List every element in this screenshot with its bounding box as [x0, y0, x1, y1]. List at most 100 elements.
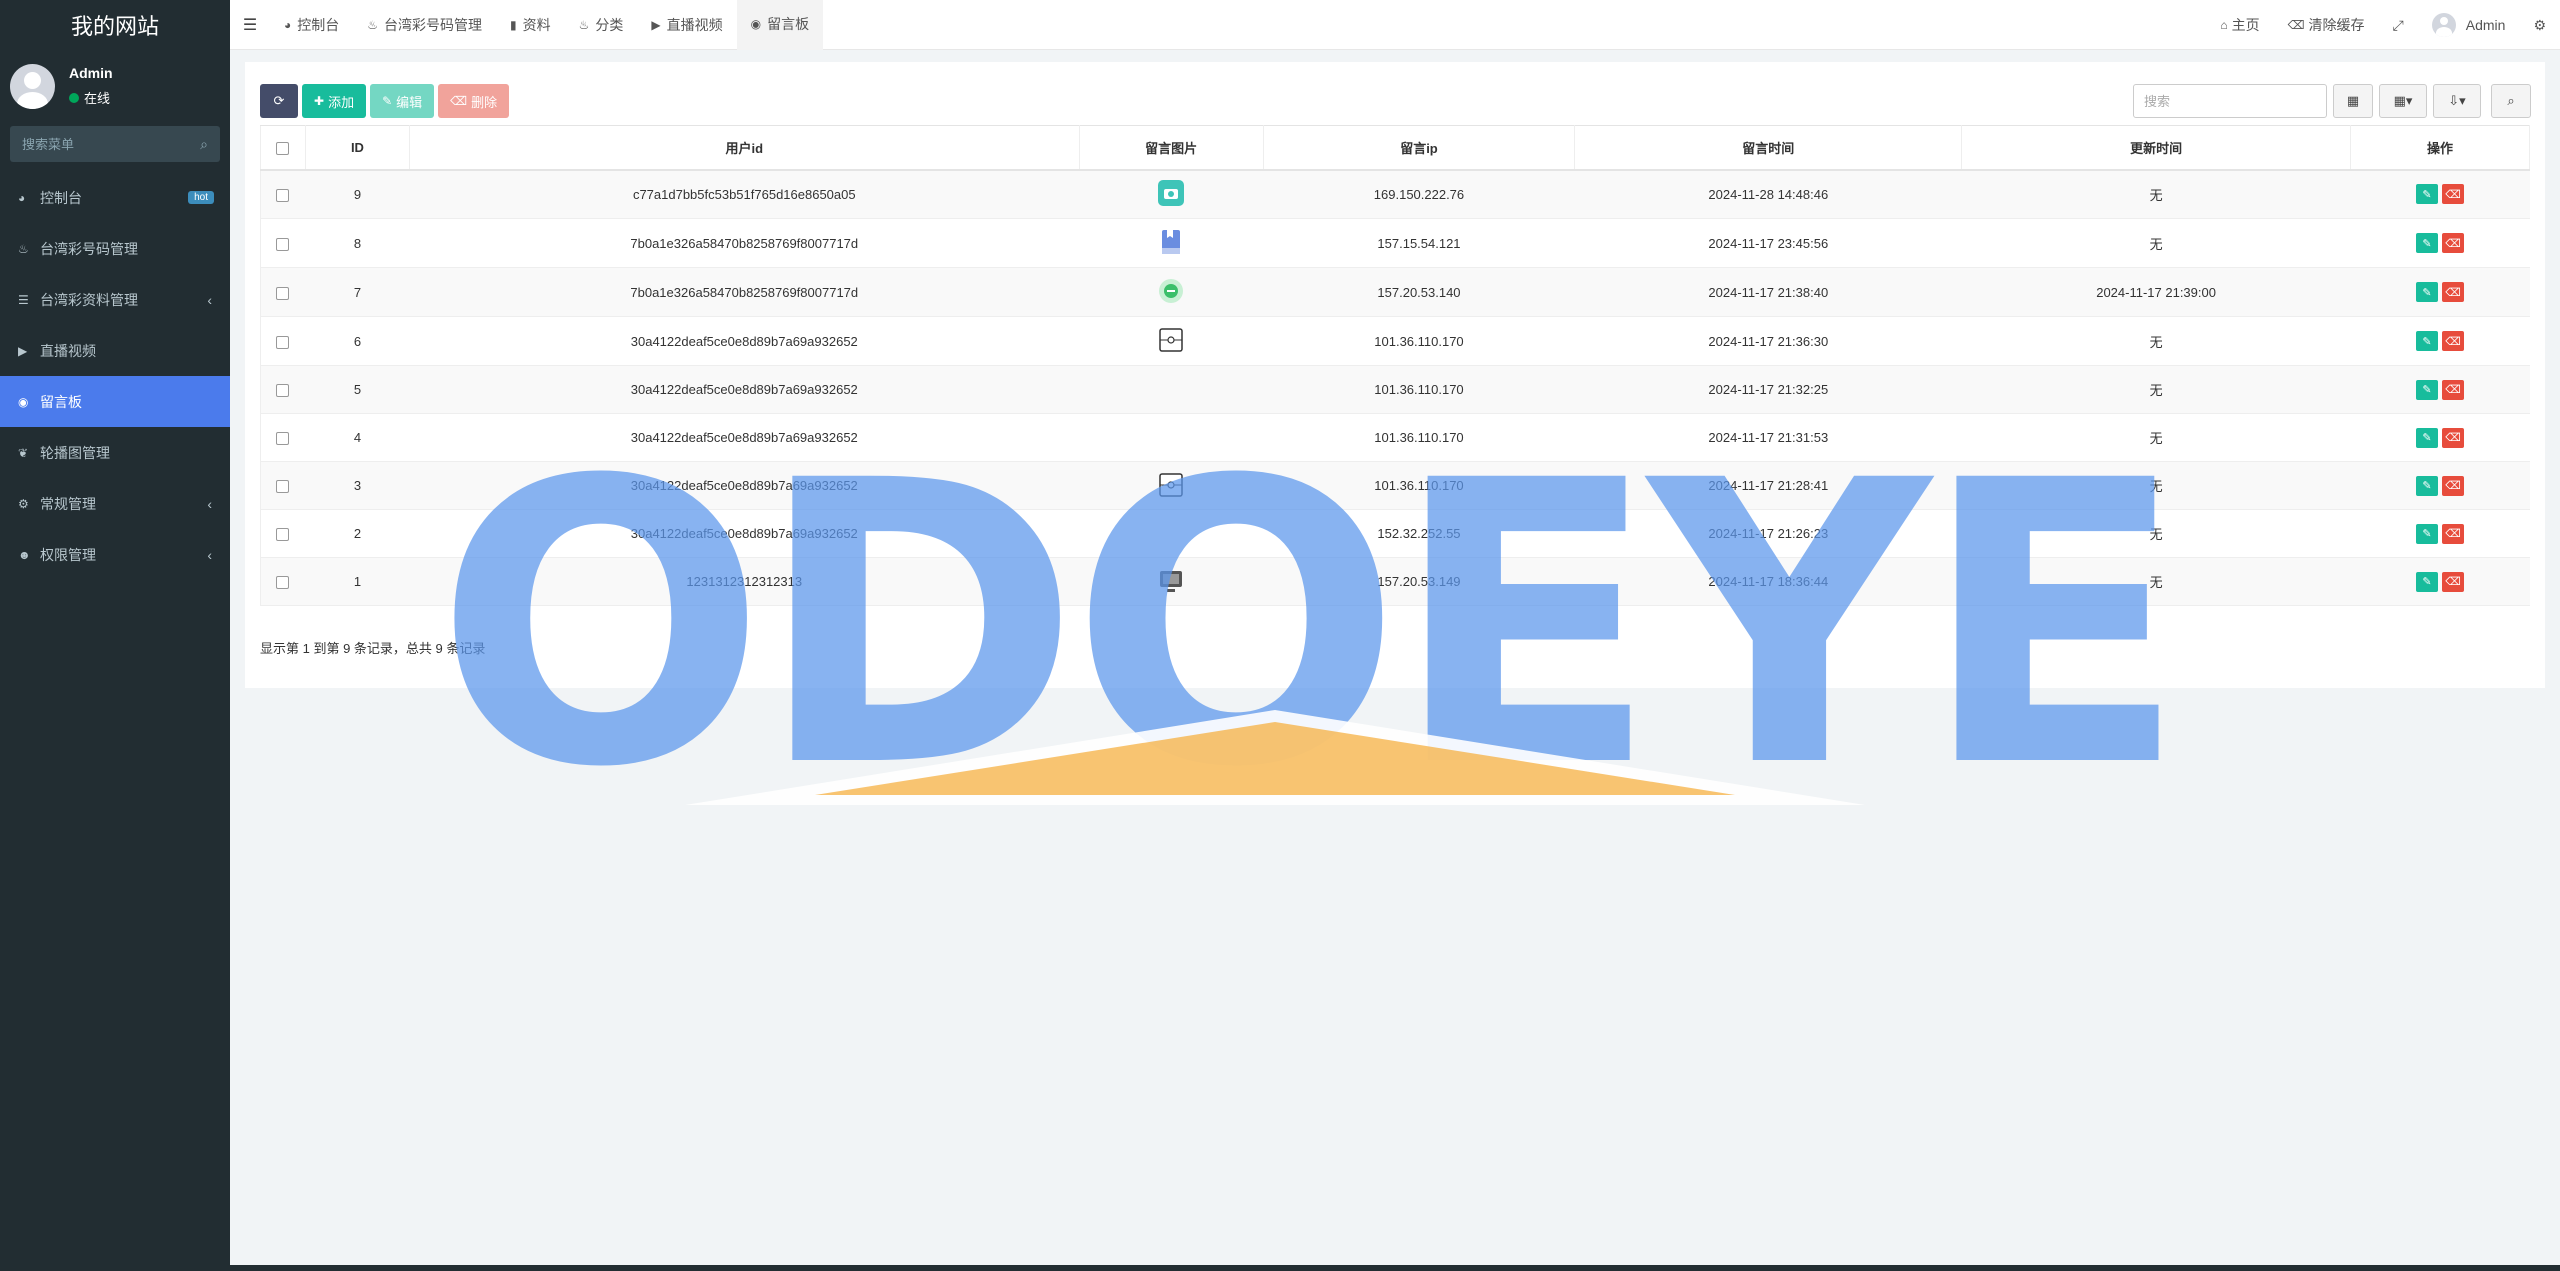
sidebar-item-number-management[interactable]: ♨ 台湾彩号码管理	[0, 223, 230, 274]
table-row[interactable]: 6 30a4122deaf5ce0e8d89b7a69a932652 101.36.…	[260, 316, 2530, 366]
row-delete-button[interactable]: ⌫	[2442, 379, 2464, 400]
menu-search-input[interactable]	[22, 136, 201, 152]
row-checkbox[interactable]	[276, 384, 290, 398]
sidebar-item-permissions[interactable]: ☻ 权限管理 ‹	[0, 529, 230, 580]
sidebar-item-data-management[interactable]: ☰ 台湾彩资料管理 ‹	[0, 274, 230, 325]
delete-button[interactable]: ⌫ 删除	[438, 84, 510, 118]
row-edit-button[interactable]: ✎	[2416, 571, 2438, 592]
clear-cache-button[interactable]: ⌫ 清除缓存	[2274, 15, 2379, 35]
row-edit-button[interactable]: ✎	[2416, 427, 2438, 448]
table-row[interactable]: 2 30a4122deaf5ce0e8d89b7a69a932652 152.32.…	[260, 509, 2530, 558]
message-image-thumbnail[interactable]	[1156, 178, 1186, 208]
row-checkbox-cell	[260, 413, 306, 462]
user-menu[interactable]: Admin	[2418, 13, 2520, 37]
row-delete-button[interactable]: ⌫	[2442, 233, 2464, 253]
site-brand[interactable]: 我的网站	[0, 0, 230, 50]
sidebar-item-dashboard[interactable]: ◕ 控制台 hot	[0, 172, 230, 223]
tab-number-management[interactable]: ♨ 台湾彩号码管理	[353, 0, 496, 50]
row-edit-button[interactable]: ✎	[2416, 282, 2438, 302]
row-delete-button[interactable]: ⌫	[2442, 331, 2464, 351]
table-row[interactable]: 5 30a4122deaf5ce0e8d89b7a69a932652 101.36.…	[260, 365, 2530, 414]
message-image-thumbnail[interactable]	[1156, 566, 1186, 596]
sidebar: 我的网站 Admin 在线 ⌕ ◕ 控制台 hot ♨ 台湾彩号码管理 ☰ 台湾…	[0, 0, 230, 1271]
table-row[interactable]: 3 30a4122deaf5ce0e8d89b7a69a932652 101.36.…	[260, 461, 2530, 510]
settings-icon[interactable]: ⚙	[2519, 17, 2560, 34]
header-user-id[interactable]: 用户id	[409, 125, 1080, 171]
message-image-thumbnail[interactable]	[1156, 227, 1186, 257]
message-image-thumbnail[interactable]	[1156, 325, 1186, 355]
home-link[interactable]: ⌂ 主页	[2206, 15, 2273, 35]
users-icon: ☻	[18, 547, 31, 562]
row-edit-button[interactable]: ✎	[2416, 233, 2438, 253]
row-edit-button[interactable]: ✎	[2416, 331, 2438, 351]
row-edit-button[interactable]: ✎	[2416, 379, 2438, 400]
top-navbar: ☰ ◕ 控制台 ♨ 台湾彩号码管理 ▮ 资料 ♨ 分类 ▶ 直播视频 ◉ 留言板…	[230, 0, 2560, 50]
cell-ip: 157.20.53.149	[1263, 557, 1575, 606]
columns-button[interactable]: ▦▾	[2379, 84, 2427, 118]
cell-id: 1	[305, 557, 410, 606]
tab-label: 留言板	[767, 15, 810, 32]
message-image-thumbnail[interactable]	[1156, 470, 1186, 500]
row-edit-button[interactable]: ✎	[2416, 475, 2438, 496]
advanced-search-button[interactable]: ⌕	[2491, 84, 2531, 118]
table-row[interactable]: 8 7b0a1e326a58470b8258769f8007717d 157.15.…	[260, 218, 2530, 268]
table-row[interactable]: 4 30a4122deaf5ce0e8d89b7a69a932652 101.36.…	[260, 413, 2530, 462]
add-button[interactable]: ✚ 添加	[302, 84, 367, 118]
table-row[interactable]: 9 c77a1d7bb5fc53b51f765d16e8650a05 169.150…	[260, 169, 2530, 219]
row-checkbox[interactable]	[276, 188, 290, 202]
menu-search: ⌕	[10, 126, 220, 162]
menu-toggle-icon[interactable]: ☰	[230, 15, 270, 35]
row-checkbox[interactable]	[276, 576, 290, 590]
leaf-icon: ❦	[18, 445, 29, 460]
tab-materials[interactable]: ▮ 资料	[496, 0, 565, 50]
row-edit-button[interactable]: ✎	[2416, 184, 2438, 205]
export-button[interactable]: ⇩▾	[2433, 84, 2481, 118]
select-all-checkbox[interactable]	[276, 141, 290, 155]
row-checkbox[interactable]	[276, 480, 290, 494]
header-ip[interactable]: 留言ip	[1263, 125, 1576, 171]
row-checkbox[interactable]	[276, 237, 290, 251]
header-time[interactable]: 留言时间	[1574, 125, 1963, 171]
toggle-view-button[interactable]: ▦	[2333, 84, 2373, 118]
trash-icon: ⌫	[2445, 188, 2461, 201]
cell-user-id: 30a4122deaf5ce0e8d89b7a69a932652	[409, 316, 1080, 366]
header-updated[interactable]: 更新时间	[1961, 125, 2351, 171]
cell-image	[1079, 509, 1264, 558]
user-avatar	[10, 63, 55, 109]
comment-icon: ◉	[750, 16, 762, 31]
row-checkbox[interactable]	[276, 286, 290, 300]
edit-button[interactable]: ✎ 编辑	[370, 84, 435, 118]
message-image-thumbnail[interactable]	[1156, 276, 1186, 306]
sidebar-item-general[interactable]: ⚙ 常规管理 ‹	[0, 478, 230, 529]
row-delete-button[interactable]: ⌫	[2442, 427, 2464, 448]
header-image[interactable]: 留言图片	[1079, 125, 1264, 171]
row-delete-button[interactable]: ⌫	[2442, 282, 2464, 302]
sidebar-item-message-board[interactable]: ◉ 留言板	[0, 376, 230, 427]
header-id[interactable]: ID	[305, 125, 410, 171]
tab-message-board[interactable]: ◉ 留言板	[736, 0, 824, 50]
row-edit-button[interactable]: ✎	[2416, 523, 2438, 544]
cell-actions: ✎ ⌫	[2350, 316, 2530, 366]
tab-category[interactable]: ♨ 分类	[565, 0, 638, 50]
cell-updated: 无	[1961, 461, 2351, 510]
row-delete-button[interactable]: ⌫	[2442, 523, 2464, 544]
row-checkbox[interactable]	[276, 432, 290, 446]
row-delete-button[interactable]: ⌫	[2442, 571, 2464, 592]
sidebar-item-live-video[interactable]: ▶ 直播视频	[0, 325, 230, 376]
home-icon: ⌂	[2220, 18, 2228, 32]
fullscreen-icon[interactable]: ⤢	[2379, 17, 2418, 34]
pencil-icon: ✎	[2422, 237, 2432, 250]
sidebar-item-carousel[interactable]: ❦ 轮播图管理	[0, 427, 230, 478]
refresh-button[interactable]: ⟳	[260, 84, 298, 118]
table-row[interactable]: 7 7b0a1e326a58470b8258769f8007717d 157.20.…	[260, 267, 2530, 317]
row-checkbox[interactable]	[276, 528, 290, 542]
row-checkbox[interactable]	[276, 335, 290, 349]
table-search-input[interactable]	[2133, 84, 2327, 118]
row-delete-button[interactable]: ⌫	[2442, 475, 2464, 496]
tab-live-video[interactable]: ▶ 直播视频	[637, 0, 736, 50]
row-delete-button[interactable]: ⌫	[2442, 184, 2464, 205]
table-row[interactable]: 1 1231312312312313 157.20.53.149 2024-11-17…	[260, 557, 2530, 606]
table-icon: ▦	[2346, 93, 2360, 108]
search-icon[interactable]: ⌕	[200, 136, 208, 153]
tab-dashboard[interactable]: ◕ 控制台	[270, 0, 353, 50]
